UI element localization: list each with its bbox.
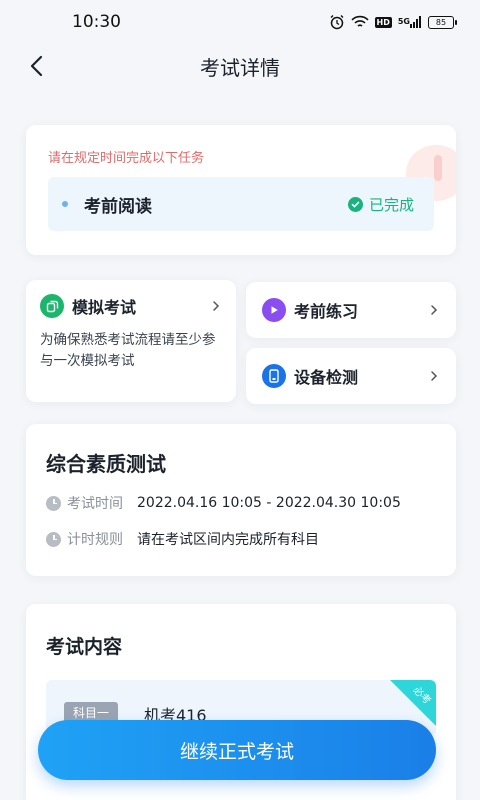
task-notice: 请在规定时间完成以下任务 — [48, 151, 205, 166]
timing-rule-row: 计时规则 请在考试区间内完成所有科目 — [46, 529, 436, 549]
status-icons: HD 5G 85 — [329, 14, 457, 30]
mock-exam-header: 模拟考试 — [40, 294, 222, 318]
clock-icon — [46, 531, 61, 547]
back-button[interactable] — [22, 52, 50, 80]
battery-level: 85 — [435, 17, 447, 27]
practice-card[interactable]: 考前练习 — [246, 282, 456, 338]
check-circle-icon — [347, 196, 363, 212]
task-status-badge: 已完成 — [347, 194, 414, 215]
bottom-content-edge — [26, 784, 456, 800]
exam-content-title: 考试内容 — [46, 636, 123, 658]
task-item-pre-reading[interactable]: 考前阅读 已完成 — [48, 177, 434, 231]
practice-title: 考前练习 — [294, 302, 359, 321]
bullet-dot-icon — [62, 201, 68, 207]
task-status-label: 已完成 — [368, 195, 414, 214]
mock-exam-title: 模拟考试 — [72, 298, 137, 317]
alarm-icon — [329, 14, 345, 30]
exam-time-value: 2022.04.16 10:05 - 2022.04.30 10:05 — [137, 495, 401, 511]
task-card: 请在规定时间完成以下任务 考前阅读 已完成 — [26, 125, 456, 255]
signal-5g-label: 5G — [397, 17, 410, 26]
device-icon — [262, 364, 286, 388]
clock-icon — [46, 495, 61, 511]
mock-exam-desc: 为确保熟悉考试流程请至少参与一次模拟考试 — [40, 332, 216, 369]
wifi-icon — [350, 15, 369, 29]
status-bar: 10:30 HD 5G 85 — [0, 0, 480, 44]
timing-rule-value: 请在考试区间内完成所有科目 — [137, 532, 319, 548]
device-check-title: 设备检测 — [294, 368, 359, 387]
continue-exam-button[interactable]: 继续正式考试 — [38, 720, 436, 780]
play-icon — [262, 298, 286, 322]
chevron-left-icon — [30, 55, 43, 77]
exam-time-label: 考试时间 — [67, 496, 123, 512]
exam-time-row: 考试时间 2022.04.16 10:05 - 2022.04.30 10:05 — [46, 493, 436, 513]
hd-icon: HD — [374, 16, 392, 28]
page-title: 考试详情 — [200, 55, 280, 80]
timing-rule-label: 计时规则 — [67, 532, 123, 548]
chevron-right-icon — [428, 370, 440, 382]
task-item-name: 考前阅读 — [84, 196, 152, 217]
quality-test-title: 综合素质测试 — [46, 452, 166, 476]
header: 考试详情 — [0, 44, 480, 88]
status-time: 10:30 — [72, 12, 121, 32]
copy-icon — [40, 294, 64, 318]
quality-test-card: 综合素质测试 考试时间 2022.04.16 10:05 - 2022.04.3… — [26, 424, 456, 576]
battery-icon: 85 — [428, 15, 457, 29]
chevron-right-icon — [428, 304, 440, 316]
device-check-card[interactable]: 设备检测 — [246, 348, 456, 404]
signal-5g-icon: 5G — [398, 16, 422, 28]
chevron-right-icon — [210, 300, 222, 312]
mock-exam-card[interactable]: 模拟考试 为确保熟悉考试流程请至少参与一次模拟考试 — [26, 280, 236, 402]
